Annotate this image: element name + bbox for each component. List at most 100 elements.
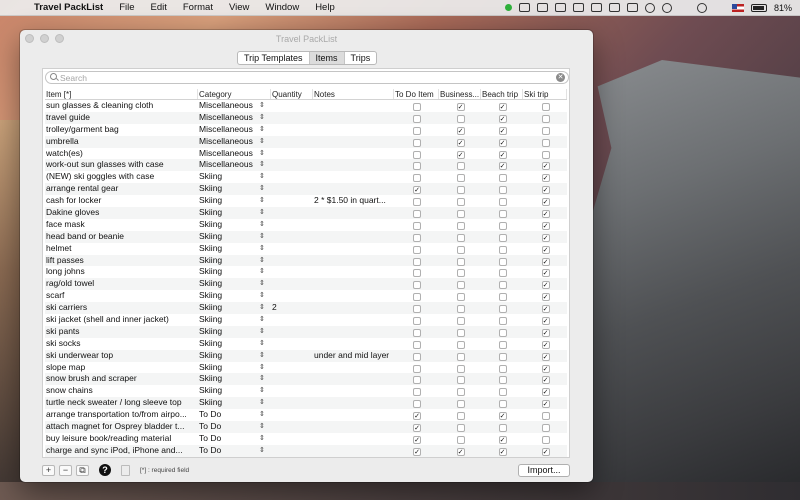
category-cell[interactable]: Miscellaneous ⇕	[198, 112, 271, 124]
todo-checkbox[interactable]	[413, 257, 421, 266]
status-chat-icon[interactable]	[644, 2, 655, 13]
business-checkbox[interactable]	[456, 328, 465, 337]
search-input[interactable]	[60, 72, 556, 83]
quantity-cell[interactable]	[271, 421, 313, 433]
table-row[interactable]: travel guide Miscellaneous ⇕ ✓	[45, 111, 567, 124]
notes-cell[interactable]	[313, 183, 394, 195]
todo-checkbox[interactable]	[413, 269, 421, 278]
business-checkbox[interactable]	[456, 221, 465, 230]
ski-checkbox[interactable]: ✓	[541, 281, 550, 290]
notes-cell[interactable]	[313, 397, 394, 409]
notes-cell[interactable]	[313, 314, 394, 326]
ski-checkbox[interactable]: ✓	[541, 388, 550, 397]
business-checkbox[interactable]	[456, 209, 465, 218]
status-dropbox-icon[interactable]	[554, 3, 566, 12]
category-cell[interactable]: Skiing ⇕	[198, 350, 271, 362]
status-bluetooth-icon[interactable]	[679, 3, 690, 12]
category-cell[interactable]: Skiing ⇕	[198, 397, 271, 409]
category-cell[interactable]: Skiing ⇕	[198, 207, 271, 219]
business-checkbox[interactable]: ✓	[456, 126, 465, 135]
table-row[interactable]: (NEW) ski goggles with case Skiing ⇕ ✓	[45, 171, 567, 183]
beach-checkbox[interactable]	[498, 293, 507, 302]
quantity-cell[interactable]	[271, 112, 313, 124]
category-cell[interactable]: Skiing ⇕	[198, 278, 271, 290]
notes-cell[interactable]	[313, 302, 394, 314]
todo-checkbox[interactable]: ✓	[413, 435, 421, 444]
table-row[interactable]: trolley/garment bag Miscellaneous ⇕ ✓ ✓	[45, 124, 567, 136]
ski-checkbox[interactable]: ✓	[541, 162, 550, 171]
business-checkbox[interactable]	[456, 352, 465, 361]
item-name-cell[interactable]: lift passes	[45, 255, 198, 267]
business-checkbox[interactable]: ✓	[456, 138, 465, 147]
table-row[interactable]: slope map Skiing ⇕ ✓	[45, 362, 567, 374]
item-name-cell[interactable]: long johns	[45, 266, 198, 278]
tab-trip-templates[interactable]: Trip Templates	[238, 52, 310, 64]
table-row[interactable]: head band or beanie Skiing ⇕ ✓	[45, 230, 567, 243]
column-header-business[interactable]: Business...	[439, 89, 481, 99]
status-display-icon[interactable]	[626, 3, 638, 12]
category-stepper-icon[interactable]: ⇕	[259, 266, 265, 278]
notes-cell[interactable]	[313, 445, 394, 457]
notes-cell[interactable]	[313, 159, 394, 171]
beach-checkbox[interactable]: ✓	[498, 447, 507, 456]
ski-checkbox[interactable]: ✓	[541, 400, 550, 409]
quantity-cell[interactable]	[271, 159, 313, 171]
notes-cell[interactable]	[313, 326, 394, 338]
todo-checkbox[interactable]	[413, 150, 421, 159]
table-row[interactable]: scarf Skiing ⇕ ✓	[45, 290, 567, 302]
column-header-item[interactable]: Item [*]	[45, 89, 198, 99]
category-cell[interactable]: To Do ⇕	[198, 445, 271, 457]
category-cell[interactable]: Skiing ⇕	[198, 290, 271, 302]
menu-window[interactable]: Window	[257, 0, 307, 16]
quantity-cell[interactable]	[271, 136, 313, 148]
category-cell[interactable]: Skiing ⇕	[198, 302, 271, 314]
table-row[interactable]: ski underwear top Skiing ⇕ under and mid la…	[45, 349, 567, 362]
category-stepper-icon[interactable]: ⇕	[259, 338, 265, 350]
remove-item-button[interactable]: −	[59, 464, 72, 476]
ski-checkbox[interactable]: ✓	[541, 186, 550, 195]
todo-checkbox[interactable]	[413, 388, 421, 397]
table-row[interactable]: arrange rental gear Skiing ⇕ ✓ ✓	[45, 183, 567, 196]
ski-checkbox[interactable]: ✓	[541, 174, 550, 183]
status-grid-icon[interactable]	[608, 3, 620, 12]
quantity-cell[interactable]	[271, 290, 313, 302]
item-name-cell[interactable]: helmet	[45, 243, 198, 255]
todo-checkbox[interactable]	[413, 138, 421, 147]
table-row[interactable]: charge and sync iPod, iPhone and... To Do…	[45, 444, 567, 457]
quantity-cell[interactable]	[271, 385, 313, 397]
item-name-cell[interactable]: ski underwear top	[45, 350, 198, 362]
ski-checkbox[interactable]: ✓	[541, 305, 550, 314]
battery-icon[interactable]	[750, 3, 767, 12]
notes-cell[interactable]	[313, 124, 394, 136]
category-cell[interactable]: Miscellaneous ⇕	[198, 124, 271, 136]
business-checkbox[interactable]	[456, 245, 465, 254]
category-cell[interactable]: Skiing ⇕	[198, 338, 271, 350]
add-item-button[interactable]: +	[42, 464, 55, 476]
category-stepper-icon[interactable]: ⇕	[259, 207, 265, 219]
category-stepper-icon[interactable]: ⇕	[259, 243, 265, 255]
tab-items[interactable]: Items	[309, 52, 345, 64]
table-row[interactable]: work-out sun glasses with case Miscellane…	[45, 159, 567, 172]
category-stepper-icon[interactable]: ⇕	[259, 445, 265, 457]
quantity-cell[interactable]	[271, 255, 313, 267]
item-name-cell[interactable]: charge and sync iPod, iPhone and...	[45, 445, 198, 457]
table-row[interactable]: snow chains Skiing ⇕ ✓	[45, 385, 567, 397]
todo-checkbox[interactable]	[413, 316, 421, 325]
beach-checkbox[interactable]: ✓	[498, 114, 507, 123]
quantity-cell[interactable]: 2	[271, 302, 313, 314]
category-stepper-icon[interactable]: ⇕	[259, 231, 265, 243]
quantity-cell[interactable]	[271, 195, 313, 207]
status-evernote-icon[interactable]	[590, 3, 602, 12]
business-checkbox[interactable]	[456, 162, 465, 171]
beach-checkbox[interactable]	[498, 221, 507, 230]
beach-checkbox[interactable]: ✓	[498, 138, 507, 147]
category-stepper-icon[interactable]: ⇕	[259, 433, 265, 445]
ski-checkbox[interactable]: ✓	[541, 257, 550, 266]
ski-checkbox[interactable]: ✓	[541, 233, 550, 242]
item-name-cell[interactable]: rag/old towel	[45, 278, 198, 290]
business-checkbox[interactable]	[456, 316, 465, 325]
ski-checkbox[interactable]: ✓	[541, 364, 550, 373]
item-name-cell[interactable]: buy leisure book/reading material	[45, 433, 198, 445]
tab-trips[interactable]: Trips	[345, 52, 377, 64]
beach-checkbox[interactable]	[498, 316, 507, 325]
